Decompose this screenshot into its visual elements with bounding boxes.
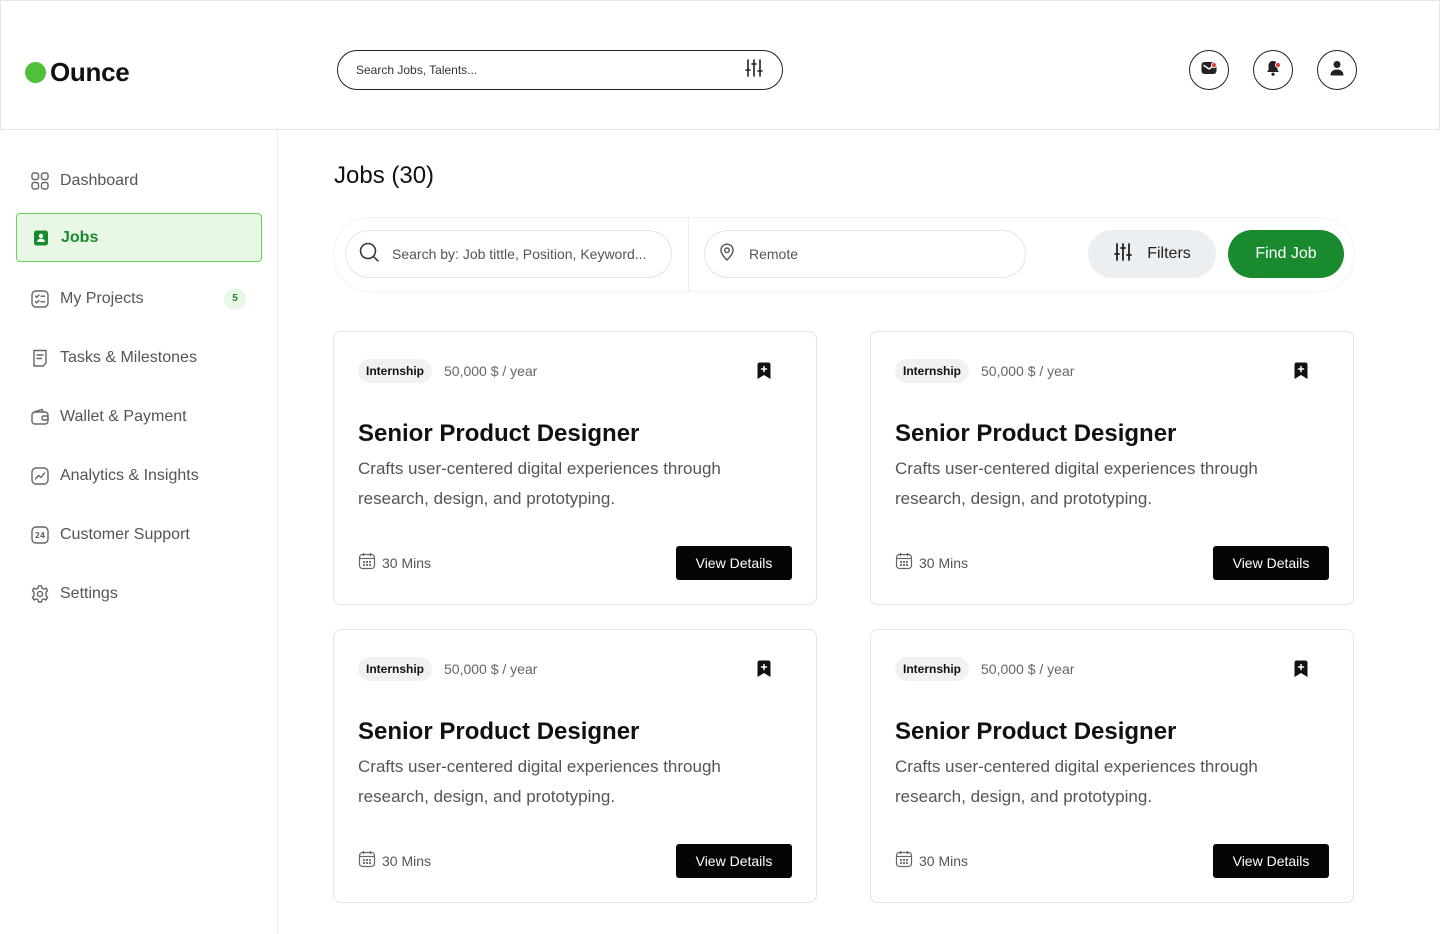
sidebar: Dashboard Jobs My Projects 5 Tasks & Mil… xyxy=(0,130,278,934)
job-search-bar: Filters Find Job xyxy=(334,218,1354,291)
logo-mark xyxy=(25,62,46,83)
job-duration: 30 Mins xyxy=(358,850,431,871)
top-header: Ounce xyxy=(0,0,1440,130)
calendar-icon xyxy=(358,552,376,573)
checklist-icon xyxy=(30,289,50,309)
sidebar-item-jobs[interactable]: Jobs xyxy=(16,213,262,262)
sidebar-item-customer-support[interactable]: 24 Customer Support xyxy=(16,510,262,559)
sidebar-item-label: Jobs xyxy=(61,228,99,246)
user-icon xyxy=(1328,59,1346,82)
page-title: Jobs (30) xyxy=(334,162,435,189)
bookmark-icon[interactable] xyxy=(756,660,772,683)
job-card: Internship 50,000 $ / year Senior Produc… xyxy=(333,629,817,903)
logo-text: Ounce xyxy=(50,57,130,87)
view-details-button[interactable]: View Details xyxy=(1213,844,1329,878)
job-salary: 50,000 $ / year xyxy=(444,363,538,379)
global-search xyxy=(337,50,783,90)
sidebar-item-label: Analytics & Insights xyxy=(60,466,199,484)
job-salary: 50,000 $ / year xyxy=(981,661,1075,677)
sliders-icon[interactable] xyxy=(744,58,764,83)
job-card: Internship 50,000 $ / year Senior Produc… xyxy=(870,629,1354,903)
job-type-tag: Internship xyxy=(895,359,970,383)
svg-text:24: 24 xyxy=(35,531,45,540)
filters-label: Filters xyxy=(1147,245,1191,262)
location-pin-icon xyxy=(717,242,737,267)
header-actions xyxy=(1189,50,1357,90)
bookmark-icon[interactable] xyxy=(1293,362,1309,385)
job-description: Crafts user-centered digital experiences… xyxy=(895,459,1258,508)
sidebar-item-label: Wallet & Payment xyxy=(60,407,187,425)
job-card: Internship 50,000 $ / year Senior Produc… xyxy=(870,331,1354,605)
messages-button[interactable] xyxy=(1189,50,1229,90)
sidebar-item-label: Tasks & Milestones xyxy=(60,348,197,366)
job-title: Senior Product Designer xyxy=(895,718,1177,745)
notifications-button[interactable] xyxy=(1253,50,1293,90)
sidebar-item-analytics-insights[interactable]: Analytics & Insights xyxy=(16,451,262,500)
bookmark-icon[interactable] xyxy=(756,362,772,385)
find-job-button[interactable]: Find Job xyxy=(1228,230,1344,278)
job-type-tag: Internship xyxy=(895,657,970,681)
bookmark-icon[interactable] xyxy=(1293,660,1309,683)
job-salary: 50,000 $ / year xyxy=(444,661,538,677)
job-salary: 50,000 $ / year xyxy=(981,363,1075,379)
projects-count-badge: 5 xyxy=(224,287,246,310)
job-duration: 30 Mins xyxy=(895,850,968,871)
job-title: Senior Product Designer xyxy=(358,420,640,447)
job-description: Crafts user-centered digital experiences… xyxy=(895,757,1258,806)
job-duration: 30 Mins xyxy=(358,552,431,573)
job-duration-label: 30 Mins xyxy=(919,554,969,571)
view-details-button[interactable]: View Details xyxy=(1213,546,1329,580)
calendar-icon xyxy=(895,552,913,573)
job-type-tag: Internship xyxy=(358,657,433,681)
keyword-search-field xyxy=(345,230,672,278)
job-duration-label: 30 Mins xyxy=(919,852,969,869)
grid-icon xyxy=(30,171,50,191)
filters-button[interactable]: Filters xyxy=(1088,230,1216,278)
job-title: Senior Product Designer xyxy=(895,420,1177,447)
sidebar-item-settings[interactable]: Settings xyxy=(16,569,262,618)
calendar-icon xyxy=(358,850,376,871)
view-details-button[interactable]: View Details xyxy=(676,546,792,580)
sidebar-item-dashboard[interactable]: Dashboard xyxy=(16,156,262,205)
support-24-icon: 24 xyxy=(30,525,50,545)
sidebar-item-label: Dashboard xyxy=(60,171,139,189)
notification-dot xyxy=(1211,62,1217,68)
keyword-search-input[interactable] xyxy=(392,246,671,262)
sidebar-item-label: Customer Support xyxy=(60,525,190,543)
chart-icon xyxy=(30,466,50,486)
wallet-icon xyxy=(30,407,50,427)
global-search-input[interactable] xyxy=(356,63,744,77)
location-input[interactable] xyxy=(749,246,1025,262)
job-description: Crafts user-centered digital experiences… xyxy=(358,757,721,806)
location-field xyxy=(704,230,1026,278)
sidebar-item-label: Settings xyxy=(60,584,118,602)
job-title: Senior Product Designer xyxy=(358,718,640,745)
view-details-button[interactable]: View Details xyxy=(676,844,792,878)
job-description: Crafts user-centered digital experiences… xyxy=(358,459,721,508)
search-divider xyxy=(688,218,689,291)
sidebar-item-wallet-payment[interactable]: Wallet & Payment xyxy=(16,392,262,441)
search-icon xyxy=(358,241,380,268)
job-type-tag: Internship xyxy=(358,359,433,383)
job-card: Internship 50,000 $ / year Senior Produc… xyxy=(333,331,817,605)
sidebar-item-label: My Projects xyxy=(60,289,144,307)
notification-dot xyxy=(1275,62,1281,68)
gear-icon xyxy=(30,584,50,604)
sidebar-item-my-projects[interactable]: My Projects 5 xyxy=(16,274,262,323)
job-duration-label: 30 Mins xyxy=(382,554,432,571)
sidebar-item-tasks-milestones[interactable]: Tasks & Milestones xyxy=(16,333,262,382)
job-duration: 30 Mins xyxy=(895,552,968,573)
job-duration-label: 30 Mins xyxy=(382,852,432,869)
calendar-icon xyxy=(895,850,913,871)
clipboard-icon xyxy=(30,348,50,368)
profile-button[interactable] xyxy=(1317,50,1357,90)
sliders-icon xyxy=(1113,242,1133,267)
logo[interactable]: Ounce xyxy=(25,57,130,88)
job-badge-icon xyxy=(31,228,51,248)
